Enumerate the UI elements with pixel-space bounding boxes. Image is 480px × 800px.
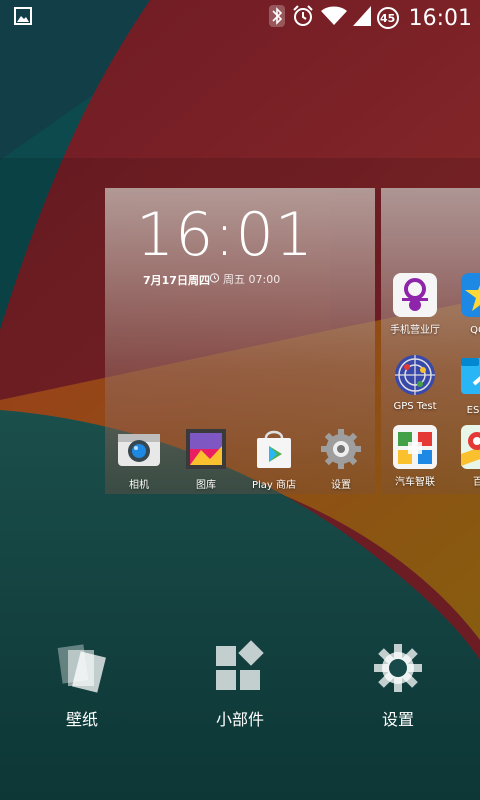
widgets-option[interactable]: 小部件 [180,640,300,730]
app-label: QQ空 [470,325,480,336]
app-label: ES文件 [466,405,480,416]
app-settings[interactable]: 设置 [306,426,376,491]
app-car-connect[interactable]: 汽车智联 [383,424,447,488]
china-unicom-icon [393,273,437,317]
gallery-icon [186,429,226,469]
bluetooth-icon [268,5,285,31]
app-gps-test[interactable]: GPS Test [383,352,447,412]
clock-widget-time[interactable]: 16:01 [136,205,314,265]
app-label: 图库 [196,480,216,491]
app-label: 相机 [129,480,149,491]
app-gallery[interactable]: 图库 [171,426,241,491]
battery-icon: 45 [376,7,399,29]
alarm-text: 周五 07:00 [223,273,281,286]
image-notification-icon [14,7,32,29]
qq-zone-icon [461,273,480,317]
app-label: 汽车智联 [395,477,435,488]
app-china-unicom[interactable]: 手机营业厅 [383,272,447,336]
home-page-preview-main[interactable]: 16:01 7月17日周四 周五 07:00 相机 图库 Play 商店 设置 [105,188,375,494]
es-file-icon [461,358,480,394]
play-store-icon [257,430,291,468]
settings-option[interactable]: 设置 [338,640,458,730]
app-label: 设置 [331,480,351,491]
wallpaper-icon [57,644,106,693]
home-page-preview-right[interactable]: 手机营业厅 QQ空 GPS Test ES文件 [381,188,480,494]
settings-label: 设置 [381,710,414,729]
app-label: Play 商店 [251,480,297,491]
widgets-label: 小部件 [215,710,264,729]
clock-widget-alarm: 周五 07:00 [209,271,280,287]
gps-test-icon [395,355,435,395]
status-bar: 45 16:01 [0,0,480,36]
app-play-store[interactable]: Play 商店 [239,426,309,491]
clock-widget-date: 7月17日周四 [143,274,210,287]
settings-icon [321,429,361,469]
car-connect-icon [393,425,437,469]
wallpaper-option[interactable]: 壁纸 [22,640,142,730]
widgets-icon [216,640,264,690]
app-label: 百度 [473,477,480,488]
alarm-icon [291,4,315,32]
baidu-map-icon [461,425,480,469]
signal-icon [352,6,371,30]
wifi-icon [320,6,347,30]
camera-icon [118,434,160,466]
app-es-file[interactable]: ES文件 [451,352,480,416]
app-camera[interactable]: 相机 [104,426,174,491]
app-qq-zone[interactable]: QQ空 [451,272,480,336]
alarm-small-icon [209,272,220,286]
wallpaper-label: 壁纸 [65,710,98,729]
battery-level: 45 [379,11,396,25]
app-label: 手机营业厅 [390,325,440,336]
status-time: 16:01 [408,5,472,31]
app-label: GPS Test [393,401,437,412]
app-baidu-map[interactable]: 百度 [451,424,480,488]
settings-gear-icon [374,644,422,692]
